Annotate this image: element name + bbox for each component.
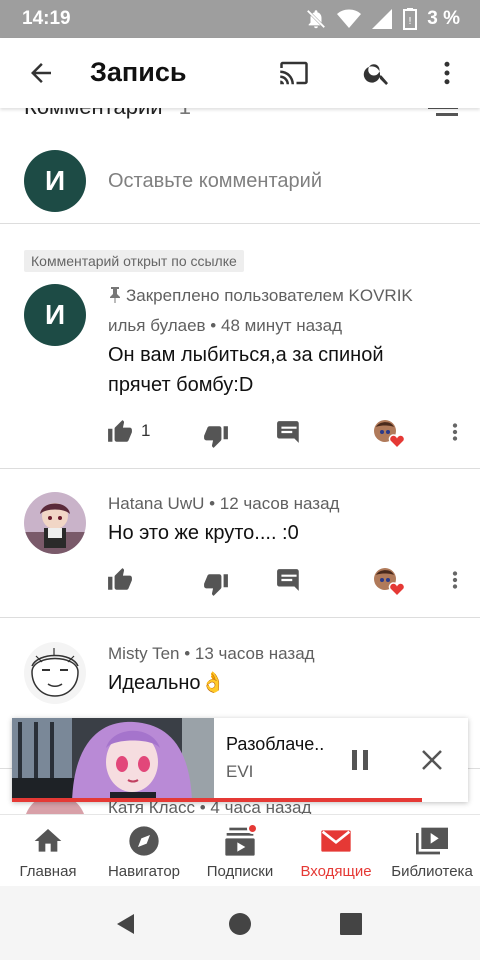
- creator-heart-icon: [374, 420, 405, 449]
- nav-label: Входящие: [300, 863, 372, 880]
- battery-icon: !: [403, 8, 418, 30]
- pinned-text: Закреплено пользователем KOVRIK: [126, 286, 413, 305]
- more-vert-icon[interactable]: [442, 419, 468, 445]
- add-comment-input[interactable]: Оставьте комментарий: [108, 170, 322, 193]
- library-icon: [416, 827, 448, 855]
- video-thumbnail-image: [12, 718, 214, 802]
- bottom-navigation: Главная Навигатор Подписки Входящие Библ…: [0, 814, 480, 886]
- divider: [0, 468, 480, 469]
- sketch-avatar-image: [31, 648, 79, 697]
- mute-icon: [307, 9, 326, 29]
- search-icon[interactable]: [362, 58, 392, 88]
- nav-item-inbox[interactable]: Входящие: [288, 815, 384, 887]
- comments-header-count: 1: [179, 108, 191, 119]
- meta-separator: •: [210, 316, 217, 335]
- more-vert-icon[interactable]: [442, 567, 468, 593]
- comment-time: 12 часов назад: [219, 494, 340, 513]
- avatar[interactable]: И: [24, 284, 86, 346]
- signal-icon: [372, 9, 393, 29]
- dislike-icon[interactable]: [203, 423, 229, 449]
- status-bar: 14:19 ! 3 %: [0, 0, 480, 38]
- comment-meta: Hatana UwU • 12 часов назад: [108, 494, 339, 514]
- comment-actions: 1: [0, 419, 480, 449]
- nav-item-library[interactable]: Библиотека: [384, 815, 480, 887]
- compass-icon: [129, 826, 159, 856]
- nav-item-explore[interactable]: Навигатор: [96, 815, 192, 887]
- comment-text: Он вам лыбиться,а за спиной прячет бомбу…: [108, 344, 384, 396]
- more-vert-icon[interactable]: [432, 58, 462, 88]
- nav-item-home[interactable]: Главная: [0, 815, 96, 887]
- wifi-icon: [337, 9, 362, 28]
- mini-player-thumbnail[interactable]: [12, 718, 214, 802]
- avatar[interactable]: [24, 642, 86, 704]
- home-icon: [34, 829, 62, 852]
- comments-panel: Комментарии 1 И Оставьте комментарий Ком…: [0, 108, 480, 814]
- nav-label: Навигатор: [107, 863, 181, 880]
- comments-header-title: Комментарии: [24, 108, 163, 119]
- meta-separator: •: [209, 494, 216, 513]
- pinned-label: Закреплено пользователем KOVRIK: [108, 286, 413, 306]
- like-count: 1: [141, 421, 151, 440]
- recents-square-icon[interactable]: [340, 913, 362, 935]
- pin-icon: [110, 287, 120, 303]
- sort-icon[interactable]: [428, 108, 458, 120]
- inbox-icon: [321, 830, 351, 852]
- creator-heart-icon: [374, 568, 405, 597]
- nav-label: Подписки: [206, 863, 274, 880]
- nav-label: Библиотека: [391, 863, 473, 880]
- like-icon[interactable]: [107, 419, 133, 445]
- home-circle-icon[interactable]: [228, 912, 252, 936]
- anime-avatar-image: [24, 492, 86, 554]
- comment-meta: илья булаев • 48 минут назад: [108, 316, 342, 336]
- status-icons: ! 3 %: [305, 6, 460, 32]
- mini-player-title[interactable]: Разоблаче..: [226, 734, 324, 755]
- comment-meta: Misty Ten • 13 часов назад: [108, 644, 315, 664]
- meta-separator: •: [184, 644, 191, 663]
- comment-author[interactable]: Hatana UwU: [108, 494, 204, 513]
- back-triangle-icon[interactable]: [114, 912, 138, 936]
- reply-icon[interactable]: [276, 567, 302, 593]
- user-avatar: И: [24, 150, 86, 212]
- new-content-dot: [247, 823, 258, 834]
- comment-time: 48 минут назад: [220, 316, 343, 335]
- system-navigation-bar: [0, 886, 480, 960]
- comment-text: Идеально👌: [108, 672, 226, 694]
- comment-text: Но это же круто.... :0: [108, 522, 299, 544]
- reply-icon[interactable]: [276, 419, 302, 445]
- comment-author[interactable]: илья булаев: [108, 316, 206, 335]
- mini-player-channel: EVI: [226, 762, 254, 781]
- battery-percent: 3 %: [427, 8, 460, 29]
- like-icon[interactable]: [107, 567, 133, 593]
- comment-time: 13 часов назад: [194, 644, 315, 663]
- mini-player-progress: [12, 798, 423, 802]
- nav-item-subscriptions[interactable]: Подписки: [192, 815, 288, 887]
- svg-text:!: !: [408, 16, 412, 27]
- mini-player[interactable]: Разоблаче.. EVI: [12, 718, 468, 802]
- dislike-icon[interactable]: [203, 571, 229, 597]
- divider: [0, 223, 480, 224]
- app-bar: Запись: [0, 38, 480, 108]
- comment-actions: [0, 567, 480, 597]
- comments-header: Комментарии 1: [24, 108, 191, 120]
- page-title: Запись: [90, 57, 187, 87]
- divider: [0, 617, 480, 618]
- linked-comment-chip: Комментарий открыт по ссылке: [24, 250, 244, 272]
- nav-label: Главная: [19, 863, 77, 880]
- pause-icon[interactable]: [348, 748, 372, 772]
- back-arrow-icon[interactable]: [26, 58, 56, 88]
- status-time: 14:19: [22, 8, 71, 29]
- cast-icon[interactable]: [276, 58, 312, 88]
- avatar[interactable]: [24, 492, 86, 554]
- close-icon[interactable]: [420, 748, 444, 772]
- comment-author[interactable]: Misty Ten: [108, 644, 180, 663]
